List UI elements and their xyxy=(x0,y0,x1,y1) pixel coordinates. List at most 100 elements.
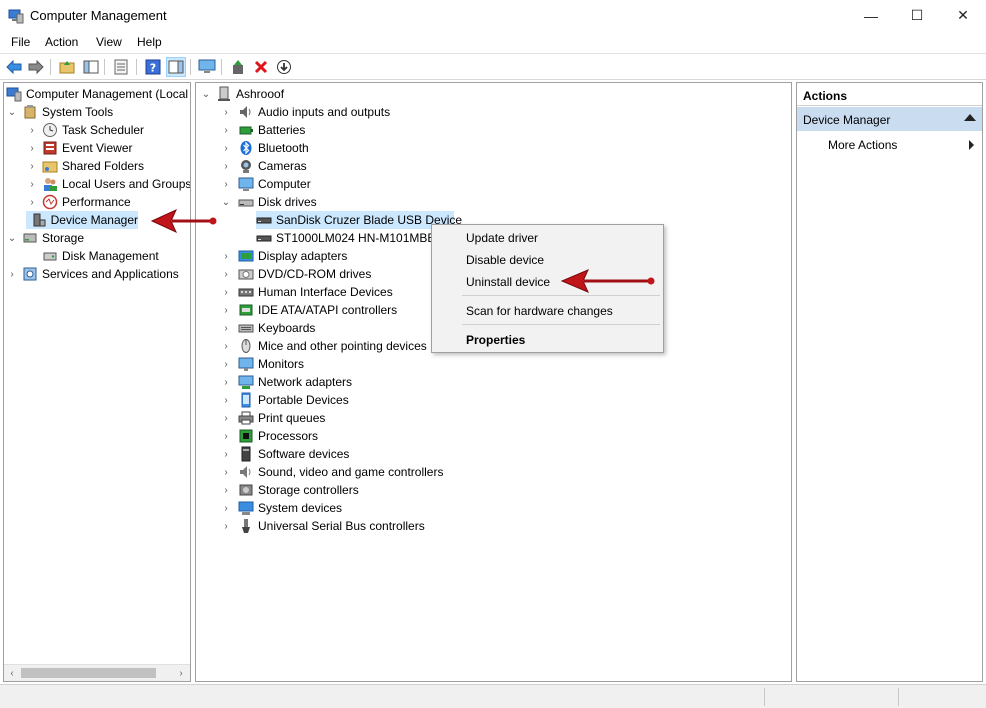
device-category-bluetooth[interactable]: › Bluetooth xyxy=(220,139,309,157)
tree-item-disk-management[interactable]: Disk Management xyxy=(26,247,159,265)
device-category-system-devices[interactable]: › System devices xyxy=(220,499,342,517)
chevron-right-icon[interactable]: › xyxy=(220,463,232,481)
chevron-right-icon[interactable]: › xyxy=(220,355,232,373)
device-category-label: DVD/CD-ROM drives xyxy=(258,267,372,281)
ctx-properties[interactable]: Properties xyxy=(466,333,525,347)
chevron-right-icon[interactable]: › xyxy=(220,121,232,139)
chevron-right-icon[interactable]: › xyxy=(220,247,232,265)
device-item-st1000lm024[interactable]: ST1000LM024 HN-M101MBB xyxy=(256,229,435,247)
tree-item-storage[interactable]: ⌄ Storage xyxy=(6,229,84,247)
menu-view[interactable]: View xyxy=(96,35,122,49)
device-category-monitors[interactable]: › Monitors xyxy=(220,355,304,373)
horizontal-scrollbar[interactable]: ‹ › xyxy=(4,664,190,681)
device-category-sound-video-and-game-controllers[interactable]: › Sound, video and game controllers xyxy=(220,463,443,481)
device-category-batteries[interactable]: › Batteries xyxy=(220,121,305,139)
minimize-button[interactable]: — xyxy=(848,0,894,31)
scrollbar-thumb[interactable] xyxy=(21,668,156,678)
device-item-sandisk[interactable]: SanDisk Cruzer Blade USB Device xyxy=(256,211,462,229)
device-category-disk-drives[interactable]: ⌄ Disk drives xyxy=(220,193,317,211)
tree-root[interactable]: Computer Management (Local xyxy=(6,85,188,103)
uninstall-icon[interactable] xyxy=(251,57,271,77)
scroll-right-icon[interactable]: › xyxy=(173,666,189,681)
device-category-portable-devices[interactable]: › Portable Devices xyxy=(220,391,349,409)
tree-item-event-viewer[interactable]: › Event Viewer xyxy=(26,139,132,157)
device-category-display-adapters[interactable]: › Display adapters xyxy=(220,247,347,265)
tree-item-system-tools[interactable]: ⌄ System Tools xyxy=(6,103,113,121)
forward-icon[interactable] xyxy=(26,57,46,77)
chevron-right-icon[interactable]: › xyxy=(220,499,232,517)
chevron-right-icon[interactable]: › xyxy=(220,103,232,121)
tree-item-task-scheduler[interactable]: › Task Scheduler xyxy=(26,121,144,139)
up-folder-icon[interactable] xyxy=(57,57,77,77)
tree-item-performance[interactable]: › Performance xyxy=(26,193,131,211)
actions-section-device-manager[interactable]: Device Manager xyxy=(797,107,982,131)
device-category-universal-serial-bus-controllers[interactable]: › Universal Serial Bus controllers xyxy=(220,517,425,535)
chevron-right-icon[interactable]: › xyxy=(220,175,232,193)
menu-action[interactable]: Action xyxy=(45,35,78,49)
device-category-human-interface-devices[interactable]: › Human Interface Devices xyxy=(220,283,392,301)
chevron-right-icon[interactable]: › xyxy=(220,391,232,409)
svg-text:?: ? xyxy=(150,62,156,75)
close-button[interactable]: ✕ xyxy=(940,0,986,31)
chevron-right-icon[interactable]: › xyxy=(220,265,232,283)
device-category-ide-ata-atapi-controllers[interactable]: › IDE ATA/ATAPI controllers xyxy=(220,301,397,319)
device-category-mice-and-other-pointing-devices[interactable]: › Mice and other pointing devices xyxy=(220,337,427,355)
chevron-right-icon[interactable]: › xyxy=(220,373,232,391)
action-pane-icon[interactable] xyxy=(166,57,186,77)
tree-item-device-manager[interactable]: Device Manager xyxy=(26,211,138,229)
chevron-right-icon[interactable]: › xyxy=(220,139,232,157)
chevron-down-icon[interactable]: ⌄ xyxy=(220,193,232,211)
chevron-right-icon[interactable]: › xyxy=(26,157,38,175)
device-category-audio-inputs-and-outputs[interactable]: › Audio inputs and outputs xyxy=(220,103,390,121)
device-category-label: Mice and other pointing devices xyxy=(258,339,427,353)
properties-list-icon[interactable] xyxy=(111,57,131,77)
device-category-storage-controllers[interactable]: › Storage controllers xyxy=(220,481,358,499)
device-category-processors[interactable]: › Processors xyxy=(220,427,318,445)
chevron-right-icon[interactable]: › xyxy=(220,301,232,319)
show-hide-tree-icon[interactable] xyxy=(81,57,101,77)
chevron-right-icon[interactable]: › xyxy=(26,175,38,193)
chevron-down-icon[interactable]: ⌄ xyxy=(6,103,18,121)
chevron-right-icon[interactable]: › xyxy=(26,139,38,157)
device-category-computer[interactable]: › Computer xyxy=(220,175,311,193)
chevron-right-icon[interactable]: › xyxy=(220,157,232,175)
ctx-disable-device[interactable]: Disable device xyxy=(466,253,544,267)
device-category-dvd-cd-rom-drives[interactable]: › DVD/CD-ROM drives xyxy=(220,265,371,283)
chevron-right-icon[interactable]: › xyxy=(220,337,232,355)
more-actions[interactable]: More Actions xyxy=(828,138,897,152)
ctx-uninstall-device[interactable]: Uninstall device xyxy=(466,275,550,289)
ctx-scan-hardware[interactable]: Scan for hardware changes xyxy=(466,304,613,318)
device-category-print-queues[interactable]: › Print queues xyxy=(220,409,325,427)
chevron-right-icon[interactable]: › xyxy=(220,283,232,301)
maximize-button[interactable]: ☐ xyxy=(894,0,940,31)
ctx-update-driver[interactable]: Update driver xyxy=(466,231,538,245)
disable-device-icon[interactable] xyxy=(274,57,294,77)
chevron-right-icon[interactable]: › xyxy=(220,319,232,337)
chevron-right-icon[interactable]: › xyxy=(220,481,232,499)
chevron-right-icon[interactable]: › xyxy=(220,427,232,445)
tree-computer-node[interactable]: ⌄ Ashrooof xyxy=(200,85,284,103)
chevron-right-icon[interactable]: › xyxy=(26,193,38,211)
device-category-network-adapters[interactable]: › Network adapters xyxy=(220,373,352,391)
chevron-right-icon[interactable]: › xyxy=(6,265,18,283)
tree-item-shared-folders[interactable]: › Shared Folders xyxy=(26,157,144,175)
device-category-keyboards[interactable]: › Keyboards xyxy=(220,319,315,337)
device-category-cameras[interactable]: › Cameras xyxy=(220,157,307,175)
chevron-down-icon[interactable]: ⌄ xyxy=(6,229,18,247)
scan-hardware-icon[interactable] xyxy=(197,57,217,77)
menu-help[interactable]: Help xyxy=(137,35,162,49)
update-driver-icon[interactable] xyxy=(228,57,248,77)
chevron-right-icon[interactable]: › xyxy=(220,517,232,535)
tree-item-services-and-applications[interactable]: › Services and Applications xyxy=(6,265,178,283)
chevron-down-icon[interactable]: ⌄ xyxy=(200,85,212,103)
help-icon[interactable]: ? xyxy=(143,57,163,77)
chevron-right-icon[interactable]: › xyxy=(220,445,232,463)
menu-file[interactable]: File xyxy=(11,35,30,49)
chevron-right-icon[interactable]: › xyxy=(26,121,38,139)
scroll-left-icon[interactable]: ‹ xyxy=(4,666,20,681)
back-icon[interactable] xyxy=(4,57,24,77)
collapse-caret-icon[interactable] xyxy=(964,114,976,121)
chevron-right-icon[interactable]: › xyxy=(220,409,232,427)
device-category-software-devices[interactable]: › Software devices xyxy=(220,445,349,463)
tree-item-local-users-and-groups[interactable]: › Local Users and Groups xyxy=(26,175,190,193)
